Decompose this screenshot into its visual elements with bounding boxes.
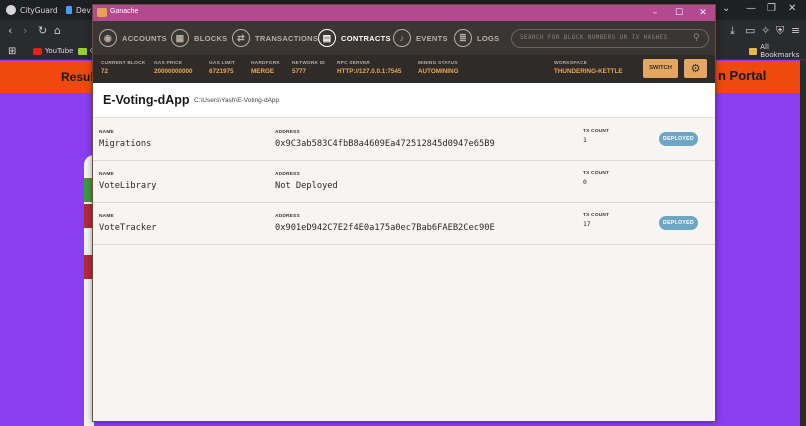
status-gas-price: GAS PRICE 20000000000 [154,61,193,75]
browser-tab-label: Dev [76,5,91,15]
site-stripe-red [84,255,92,279]
browser-tab-cityguard[interactable]: CityGuard [6,2,58,18]
contract-name: Migrations [99,139,152,149]
nav-transactions[interactable]: ⇄ TRANSACTIONS [232,27,318,49]
ganache-nav-bar: ◉ ACCOUNTS ▦ BLOCKS ⇄ TRANSACTIONS ▤ CON… [93,21,715,55]
cast-icon[interactable]: ▭ [745,24,755,38]
events-icon: ♪ [393,29,411,47]
tx-count: 1 [583,137,587,144]
window-title: Ganache [110,8,139,15]
shield-icon[interactable]: ⛨ [776,24,784,38]
transactions-icon: ⇄ [232,29,250,47]
all-bookmarks[interactable]: All Bookmarks [749,43,806,59]
gear-icon: ⚙ [690,62,701,75]
contract-row[interactable]: NAME VoteTracker ADDRESS 0x901eD942C7E2f… [93,203,715,245]
download-icon[interactable]: ⤓ [730,24,735,38]
deployed-badge: DEPLOYED [659,216,698,230]
close-icon[interactable]: ✕ [788,3,796,14]
menu-icon[interactable]: ≡ [791,24,800,38]
address-label: ADDRESS [275,130,300,135]
folder-icon [749,47,758,55]
name-label: NAME [99,130,114,135]
tab-list-icon[interactable]: ⌄ [722,3,730,14]
settings-button[interactable]: ⚙ [684,59,707,78]
tx-count: 0 [583,179,587,186]
tx-count-label: TX COUNT [583,129,610,134]
dev-favicon-icon [66,6,72,14]
project-name: E-Voting-dApp [103,93,190,107]
tx-count-label: TX COUNT [583,171,610,176]
reload-icon[interactable]: ↻ [38,24,47,38]
status-mining: MINING STATUS AUTOMINING [418,61,459,75]
name-label: NAME [99,214,114,219]
minimize-icon[interactable]: — [746,3,756,14]
bookmark-youtube[interactable]: YouTube [33,44,73,58]
tx-count: 17 [583,221,591,228]
contract-address: 0x901eD942C7E2f4E0a175a0ec7Bab6FAEB2Cec9… [275,223,495,233]
nav-events[interactable]: ♪ EVENTS [393,27,448,49]
contract-row[interactable]: NAME VoteLibrary ADDRESS Not Deployed TX… [93,161,715,203]
status-current-block: CURRENT BLOCK 72 [101,61,146,75]
apps-grid-icon[interactable]: ⊞ [8,44,16,58]
browser-tab-label: CityGuard [20,5,58,15]
restore-icon[interactable]: ❐ [767,3,776,14]
search-icon[interactable]: ⚲ [693,33,700,43]
ganache-status-bar: CURRENT BLOCK 72 GAS PRICE 20000000000 G… [93,55,715,83]
window-maximize-icon[interactable]: ☐ [673,7,685,19]
home-icon[interactable]: ⌂ [54,24,61,38]
nav-accounts[interactable]: ◉ ACCOUNTS [99,27,167,49]
extension-icon[interactable]: ✧ [761,24,770,38]
switch-workspace-button[interactable]: SWITCH [643,59,678,78]
status-hardfork: HARDFORK MERGE [251,61,281,75]
contract-name: VoteTracker [99,223,157,233]
project-path: C:\Users\Yash\E-Voting-dApp [194,97,280,104]
deployed-badge: DEPLOYED [659,132,698,146]
ganache-title-bar: Ganache – ☐ ✕ [93,5,715,21]
contract-name: VoteLibrary [99,181,157,191]
search-input[interactable]: SEARCH FOR BLOCK NUMBERS OR TX HASHES [511,29,709,48]
status-gas-limit: GAS LIMIT 6721975 [209,61,236,75]
status-network-id: NETWORK ID 5777 [292,61,325,75]
back-icon[interactable]: ‹ [8,24,12,38]
nav-contracts[interactable]: ▤ CONTRACTS [318,27,391,49]
site-stripe-green [84,178,92,202]
site-stripe-red [84,204,92,228]
ganache-window: Ganache – ☐ ✕ ◉ ACCOUNTS ▦ BLOCKS ⇄ TRAN… [92,4,716,422]
contracts-icon: ▤ [318,29,336,47]
bookmark-icon [78,47,87,55]
contract-address: 0x9C3ab583C4fbB8a4609Ea472512845d0947e65… [275,139,495,149]
contract-address: Not Deployed [275,181,338,191]
window-close-icon[interactable]: ✕ [697,7,709,19]
window-minimize-icon[interactable]: – [649,7,661,19]
blocks-icon: ▦ [171,29,189,47]
status-rpc-server: RPC SERVER HTTP://127.0.0.1:7545 [337,61,402,75]
site-header-text-right: n Portal [718,68,767,83]
browser-tab-dev[interactable]: Dev [66,2,91,18]
youtube-icon [33,47,42,55]
logs-icon: ≣ [454,29,472,47]
forward-icon[interactable]: › [23,24,27,38]
status-workspace: WORKSPACE THUNDERING-KETTLE [554,61,623,75]
page-scrollbar[interactable] [800,60,806,426]
nav-logs[interactable]: ≣ LOGS [454,27,499,49]
ganache-logo-icon [97,8,107,17]
nav-blocks[interactable]: ▦ BLOCKS [171,27,227,49]
cityguard-favicon-icon [6,5,16,15]
accounts-icon: ◉ [99,29,117,47]
contract-row[interactable]: NAME Migrations ADDRESS 0x9C3ab583C4fbB8… [93,119,715,161]
name-label: NAME [99,172,114,177]
address-label: ADDRESS [275,172,300,177]
address-label: ADDRESS [275,214,300,219]
project-header: E-Voting-dApp C:\Users\Yash\E-Voting-dAp… [93,83,715,118]
tx-count-label: TX COUNT [583,213,610,218]
